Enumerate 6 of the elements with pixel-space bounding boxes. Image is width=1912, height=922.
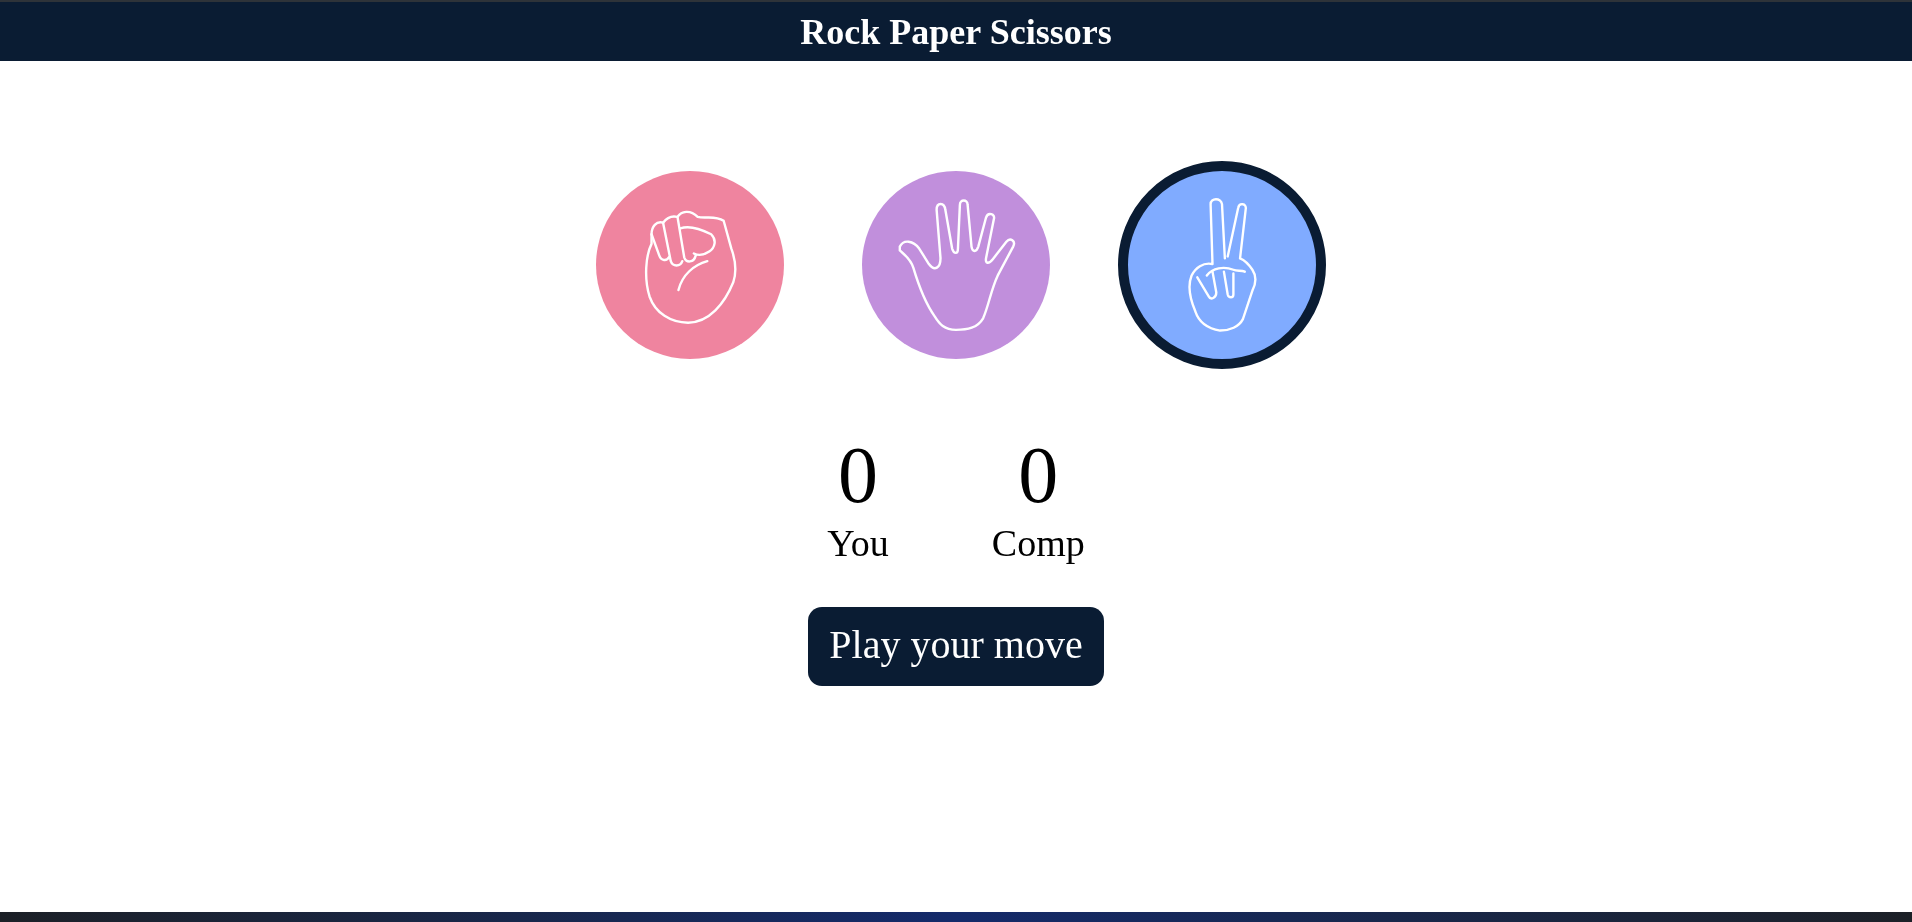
score-value: 0	[1018, 435, 1059, 515]
play-move-button[interactable]: Play your move	[808, 607, 1104, 686]
score-label: You	[827, 524, 889, 562]
page-title: Rock Paper Scissors	[800, 13, 1112, 50]
score-value: 0	[838, 435, 879, 515]
score-label: Comp	[991, 524, 1085, 562]
